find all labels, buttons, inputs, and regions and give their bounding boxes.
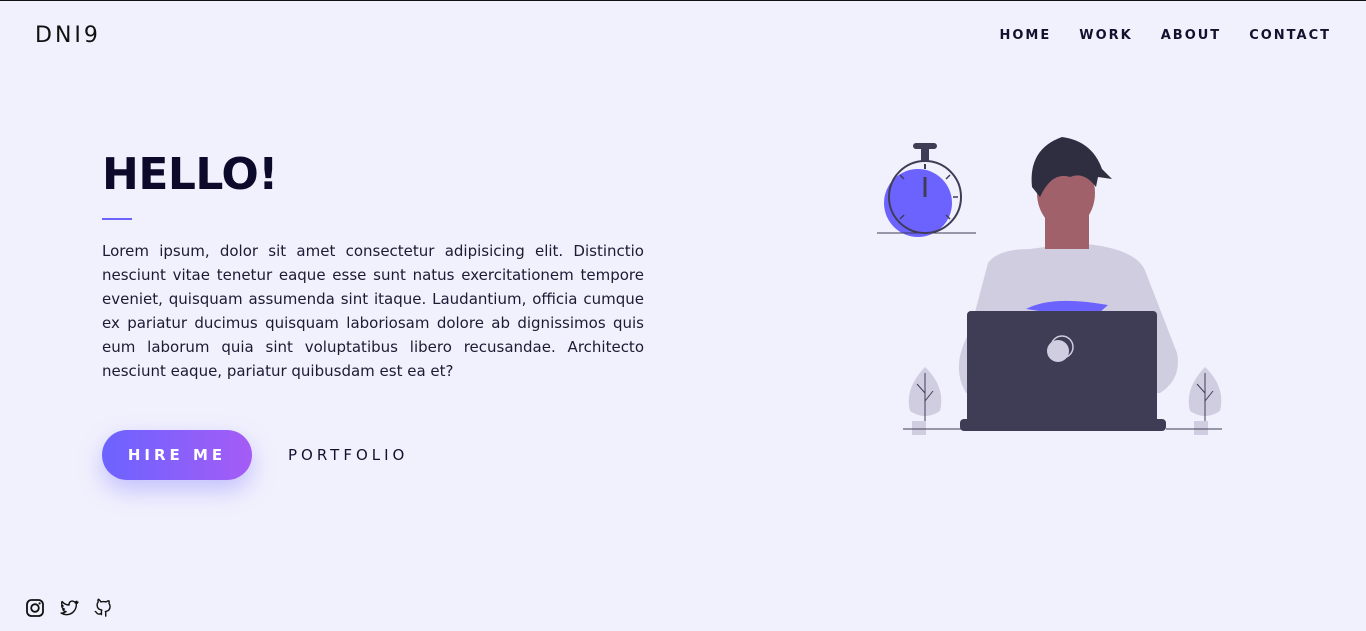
nav-item-about[interactable]: ABOUT [1161,28,1221,43]
nav-item-home[interactable]: HOME [1000,28,1052,43]
hero-title: HELLO! [102,149,278,200]
logo[interactable]: DNI9 [35,23,101,48]
github-icon[interactable] [93,598,113,618]
title-underline [102,218,132,220]
stopwatch-icon [877,143,976,237]
hero-description: Lorem ipsum, dolor sit amet consectetur … [102,242,644,380]
person-icon [958,137,1178,431]
instagram-icon[interactable] [25,598,45,618]
portfolio-link[interactable]: PORTFOLIO [288,446,408,464]
social-links [25,598,113,618]
nav-item-contact[interactable]: CONTACT [1249,28,1331,43]
page: DNI9 HOME WORK ABOUT CONTACT HELLO! Lore… [0,0,1366,631]
main-nav: HOME WORK ABOUT CONTACT [1000,28,1332,43]
twitter-icon[interactable] [59,598,79,618]
hero-illustration [877,137,1222,435]
nav-item-work[interactable]: WORK [1079,28,1132,43]
hire-me-button[interactable]: HIRE ME [102,430,252,480]
